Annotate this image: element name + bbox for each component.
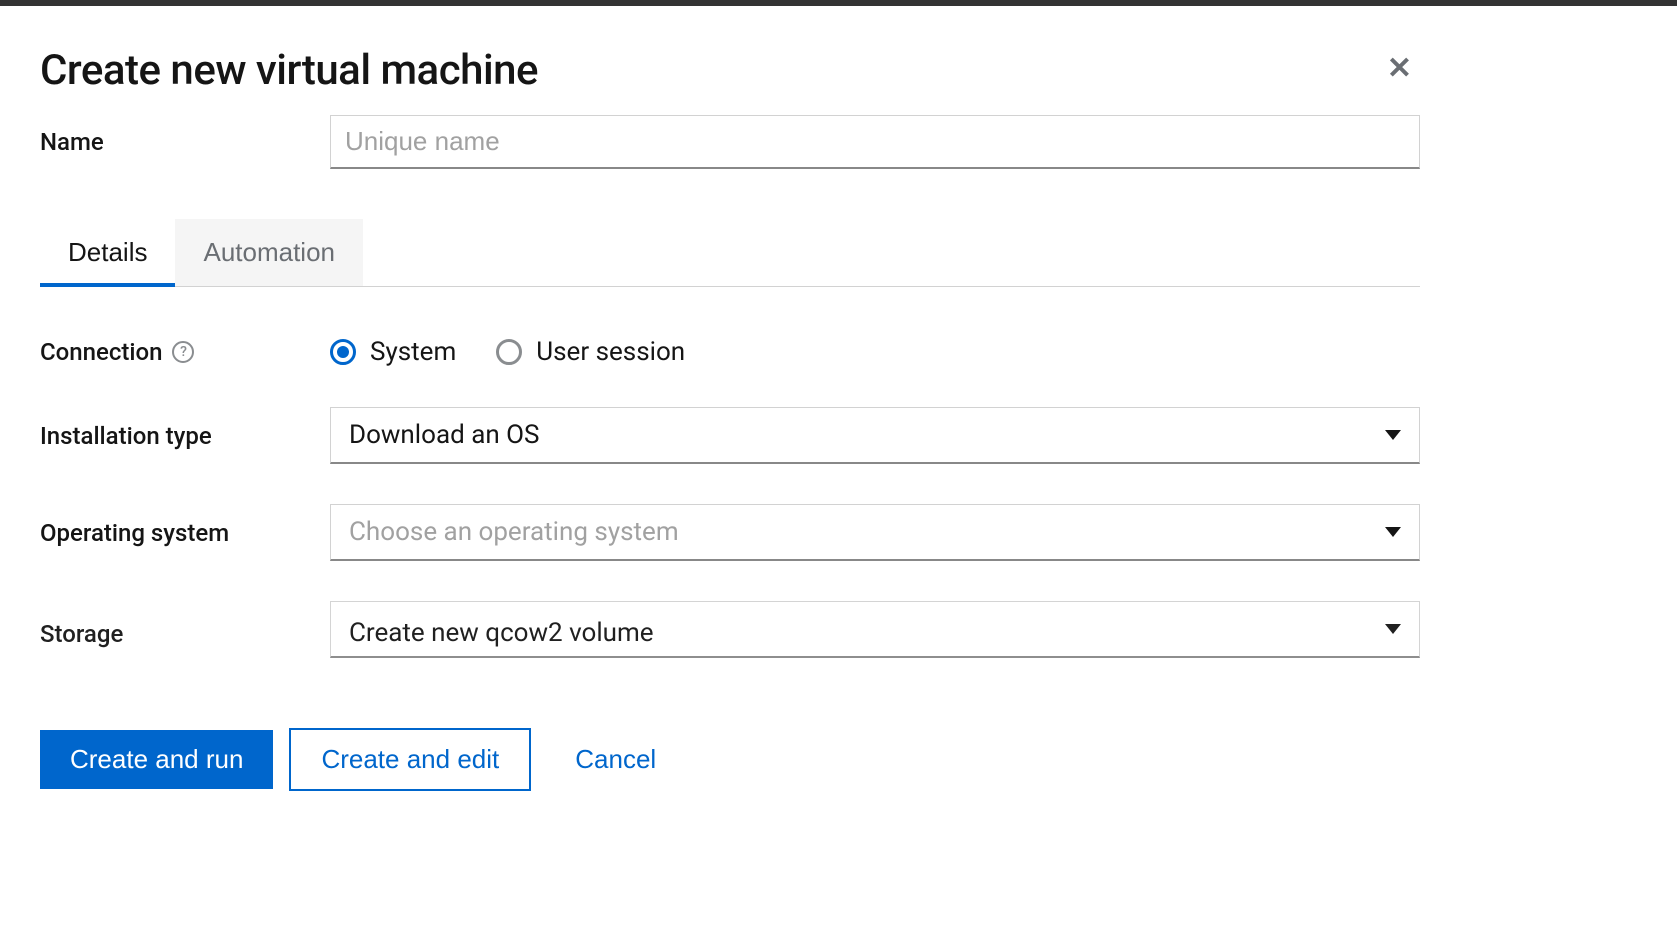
connection-radios: System User session [330, 337, 1420, 367]
storage-wrap: Create new qcow2 volume [330, 601, 1420, 658]
close-button[interactable]: ✕ [1379, 46, 1420, 92]
radio-system[interactable]: System [330, 337, 456, 367]
name-input[interactable] [330, 115, 1420, 169]
radio-system-circle [330, 339, 356, 365]
cancel-button[interactable]: Cancel [547, 730, 686, 789]
connection-label-text: Connection [40, 338, 162, 366]
connection-row: Connection ? System User session [40, 337, 1420, 367]
connection-label: Connection ? [40, 338, 330, 366]
help-icon[interactable]: ? [172, 341, 194, 363]
tab-details[interactable]: Details [40, 219, 175, 286]
tabs: Details Automation [40, 219, 1420, 287]
details-panel: Connection ? System User session [40, 337, 1420, 698]
create-and-run-button[interactable]: Create and run [40, 730, 273, 789]
storage-label: Storage [40, 620, 330, 648]
storage-value: Create new qcow2 volume [349, 618, 654, 648]
dialog-title: Create new virtual machine [40, 46, 538, 95]
storage-select[interactable]: Create new qcow2 volume [330, 601, 1420, 658]
tab-automation[interactable]: Automation [175, 219, 363, 286]
radio-dot-icon [337, 346, 349, 358]
scroll-fade [40, 688, 1420, 698]
operating-system-placeholder: Choose an operating system [349, 517, 679, 547]
radio-user-session-circle [496, 339, 522, 365]
installation-type-value: Download an OS [349, 420, 539, 450]
name-row: Name [40, 115, 1420, 169]
name-label: Name [40, 128, 330, 156]
radio-user-session[interactable]: User session [496, 337, 685, 367]
dialog-header: Create new virtual machine ✕ [40, 46, 1420, 95]
operating-system-wrap: Choose an operating system [330, 504, 1420, 561]
operating-system-row: Operating system Choose an operating sys… [40, 504, 1420, 561]
create-vm-dialog: Create new virtual machine ✕ Name Detail… [0, 6, 1460, 821]
radio-system-label: System [370, 337, 456, 367]
storage-row: Storage Create new qcow2 volume [40, 601, 1420, 658]
installation-type-label: Installation type [40, 422, 330, 450]
installation-type-select[interactable]: Download an OS [330, 407, 1420, 464]
operating-system-select[interactable]: Choose an operating system [330, 504, 1420, 561]
chevron-down-icon [1385, 527, 1401, 537]
close-icon: ✕ [1387, 52, 1412, 85]
name-input-wrap [330, 115, 1420, 169]
chevron-down-icon [1385, 624, 1401, 634]
create-and-edit-button[interactable]: Create and edit [289, 728, 531, 791]
operating-system-label: Operating system [40, 519, 330, 547]
installation-type-row: Installation type Download an OS [40, 407, 1420, 464]
connection-radio-group: System User session [330, 337, 1420, 367]
installation-type-wrap: Download an OS [330, 407, 1420, 464]
dialog-footer: Create and run Create and edit Cancel [40, 698, 1420, 791]
chevron-down-icon [1385, 430, 1401, 440]
radio-user-session-label: User session [536, 337, 685, 367]
